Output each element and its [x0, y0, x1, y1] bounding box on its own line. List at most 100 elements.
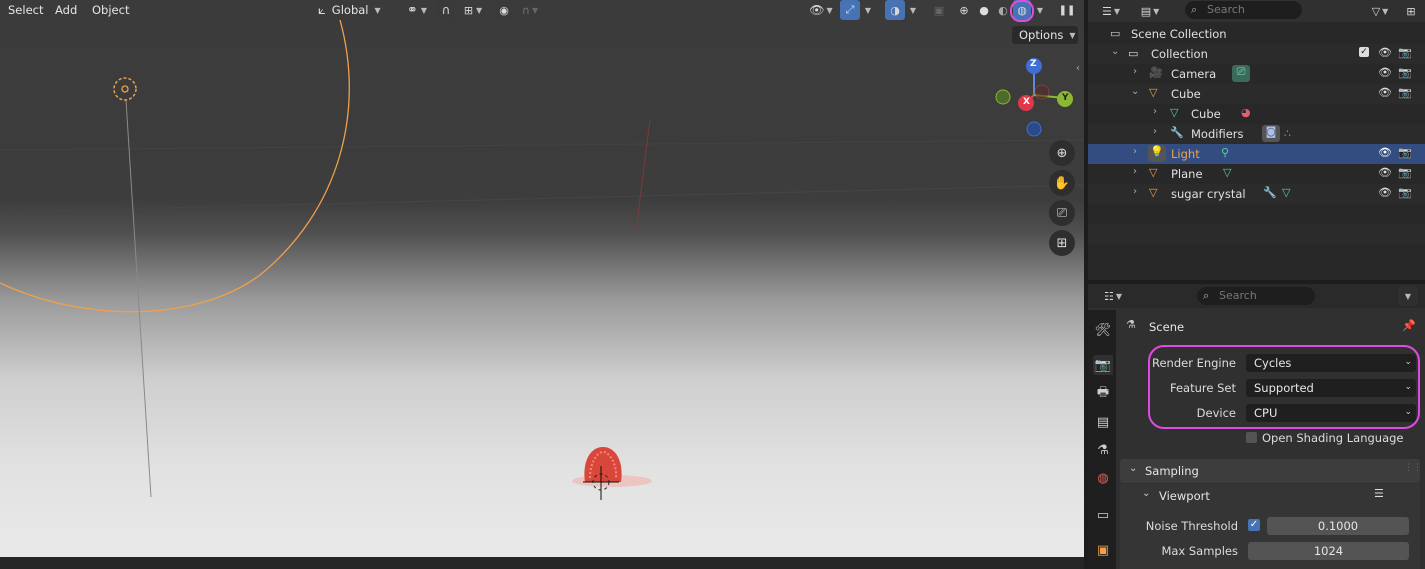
wireframe-shading-button[interactable]: ⊕ [955, 0, 973, 20]
camera-view-button[interactable]: ⎚ [1049, 200, 1075, 226]
xray-toggle[interactable]: ▣ [930, 0, 948, 20]
chevron-right-icon[interactable]: › [1133, 166, 1137, 177]
world-tab[interactable]: ◍ [1093, 468, 1113, 488]
chevron-right-icon[interactable]: › [1153, 126, 1157, 137]
camera-data-icon[interactable]: ⎚ [1232, 65, 1250, 82]
visibility-dropdown[interactable]: 👁 ▼ [806, 0, 836, 20]
outliner-row-collection[interactable]: ⌄ ▭ Collection ✓ 👁 📷 [1088, 44, 1425, 64]
menu-select[interactable]: Select [8, 3, 43, 17]
snap-target-dropdown[interactable]: ⊞ ▼ [458, 0, 488, 20]
drag-handle-icon[interactable]: ⋮⋮ [1404, 463, 1422, 473]
mesh-data-icon[interactable]: ▽ [1223, 166, 1231, 179]
noise-threshold-checkbox[interactable]: ✓ [1248, 519, 1260, 531]
pause-render-button[interactable]: ❚❚ [1058, 0, 1076, 20]
light-data-icon[interactable]: ⚲ [1221, 146, 1229, 159]
proportional-editing-toggle[interactable]: ◉ [495, 0, 513, 20]
particles-icon[interactable]: ∴ [1284, 127, 1291, 140]
viewport-subpanel-header[interactable]: ⌄ Viewport ☰ [1120, 484, 1420, 508]
chevron-down-icon: ▼ [374, 5, 381, 15]
overlays-dropdown[interactable]: ▼ [906, 0, 920, 20]
object-tab[interactable]: ▣ [1093, 540, 1113, 560]
camera-render-icon[interactable]: 📷 [1398, 146, 1412, 159]
solid-shading-button[interactable]: ● [975, 0, 993, 20]
menu-add[interactable]: Add [55, 3, 77, 17]
display-mode-dropdown[interactable]: ▤ ▼ [1136, 1, 1164, 21]
chevron-down-icon: ▼ [1069, 30, 1076, 40]
magnet-icon: ∩ [441, 3, 451, 17]
collection-tab[interactable]: ▭ [1093, 505, 1113, 525]
light-direction-line [125, 99, 152, 498]
chevron-right-icon[interactable]: › [1133, 146, 1137, 157]
outliner-row-sugar-crystal[interactable]: › ▽ sugar crystal 🔧 ▽ 👁 📷 [1088, 184, 1425, 204]
object-icon: ▣ [1096, 542, 1110, 558]
render-tab[interactable]: 📷 [1093, 355, 1113, 375]
outliner-row-scene-collection[interactable]: ▭ Scene Collection [1088, 24, 1425, 44]
shading-dropdown[interactable]: ▼ [1033, 0, 1047, 20]
osl-checkbox[interactable] [1246, 432, 1257, 443]
overlays-toggle[interactable]: ◑ [885, 0, 905, 20]
material-icon[interactable]: ◕ [1241, 106, 1251, 119]
eye-icon[interactable]: 👁 [1378, 46, 1392, 59]
search-icon: ⌕ [1203, 289, 1210, 302]
eye-icon[interactable]: 👁 [1378, 86, 1392, 99]
camera-render-icon[interactable]: 📷 [1398, 66, 1412, 79]
zoom-icon: ⊕ [1056, 145, 1068, 161]
perspective-toggle-button[interactable]: ⊞ [1049, 230, 1075, 256]
new-collection-button[interactable]: ⊞ [1401, 1, 1421, 21]
chevron-down-icon[interactable]: ⌄ [1131, 86, 1139, 97]
outliner-row-modifiers[interactable]: › 🔧 Modifiers ◙ ∴ [1088, 124, 1425, 144]
mesh-data-icon[interactable]: ▽ [1282, 186, 1290, 199]
chevron-down-icon[interactable]: ⌄ [1111, 46, 1119, 57]
chevron-right-icon[interactable]: › [1153, 106, 1157, 117]
sampling-panel-header[interactable]: ⌄ Sampling ⋮⋮ [1120, 459, 1422, 483]
eye-icon[interactable]: 👁 [1378, 186, 1392, 199]
outliner-row-cube[interactable]: ⌄ ▽ Cube 👁 📷 [1088, 84, 1425, 104]
modifier-icon[interactable]: ◙ [1262, 125, 1280, 142]
menu-object[interactable]: Object [92, 3, 129, 17]
scene-tab[interactable]: ⚗ [1093, 440, 1113, 460]
gizmo-dropdown[interactable]: ▼ [861, 0, 875, 20]
exclude-checkbox[interactable]: ✓ [1359, 47, 1369, 57]
camera-render-icon[interactable]: 📷 [1398, 86, 1412, 99]
max-samples-field[interactable]: 1024 [1248, 542, 1409, 560]
outliner-row-light[interactable]: › 💡 Light ⚲ 👁 📷 [1088, 144, 1425, 164]
presets-list-icon[interactable]: ☰ [1374, 487, 1384, 500]
outliner-icon: ☰ [1101, 4, 1112, 18]
snap-toggle[interactable]: ∩ [437, 0, 455, 20]
gizmo-toggle[interactable]: ⤢ [840, 0, 860, 20]
output-tab[interactable]: 🖶 [1093, 384, 1113, 404]
eye-icon[interactable]: 👁 [1378, 146, 1392, 159]
editor-type-dropdown[interactable]: ☰ ▼ [1098, 1, 1124, 21]
properties-search-input[interactable]: ⌕ Search [1197, 287, 1315, 305]
camera-render-icon[interactable]: 📷 [1398, 186, 1412, 199]
pan-button[interactable]: ✋ [1049, 170, 1075, 196]
chevron-right-icon[interactable]: › [1133, 66, 1137, 77]
outliner-search-input[interactable]: ⌕ Search [1185, 1, 1302, 19]
zoom-button[interactable]: ⊕ [1049, 140, 1075, 166]
camera-render-icon[interactable]: 📷 [1398, 166, 1412, 179]
pin-icon[interactable]: 📌 [1402, 319, 1416, 332]
outliner-row-cube-mesh[interactable]: › ▽ Cube ◕ [1088, 104, 1425, 124]
eye-icon[interactable]: 👁 [1378, 66, 1392, 79]
pivot-point-dropdown[interactable]: ⚭ ▼ [401, 0, 433, 20]
filter-dropdown[interactable]: ▽ ▼ [1364, 1, 1396, 21]
chevron-right-icon[interactable]: › [1133, 186, 1137, 197]
noise-threshold-field[interactable]: 0.1000 [1267, 517, 1409, 535]
outliner-row-plane[interactable]: › ▽ Plane ▽ 👁 📷 [1088, 164, 1425, 184]
wrench-icon[interactable]: 🔧 [1263, 186, 1277, 199]
view-layer-tab[interactable]: ▤ [1093, 412, 1113, 432]
transform-orientation-dropdown[interactable]: ⟀ Global ▼ [318, 0, 394, 20]
options-dropdown[interactable]: Options ▼ [1012, 26, 1078, 44]
3d-viewport[interactable]: Select Add Object ⟀ Global ▼ ⚭ ▼ ∩ ⊞ ▼ ◉ ∩… [0, 0, 1084, 557]
world-icon: ◍ [1097, 470, 1109, 486]
grid-line [0, 184, 1084, 213]
eye-icon[interactable]: 👁 [1378, 166, 1392, 179]
camera-render-icon[interactable]: 📷 [1398, 46, 1412, 59]
outliner-row-camera[interactable]: › 🎥 Camera ⎚ 👁 📷 [1088, 64, 1425, 84]
properties-editor-type-dropdown[interactable]: ☷ ▼ [1098, 286, 1128, 306]
gizmo-x-label: X [1023, 97, 1030, 107]
tool-tab[interactable]: 🛠 [1093, 320, 1113, 340]
falloff-dropdown[interactable]: ∩ ▼ [516, 0, 544, 20]
mesh-object-icon: ▽ [1149, 186, 1158, 199]
properties-options-dropdown[interactable]: ▼ [1398, 286, 1418, 306]
